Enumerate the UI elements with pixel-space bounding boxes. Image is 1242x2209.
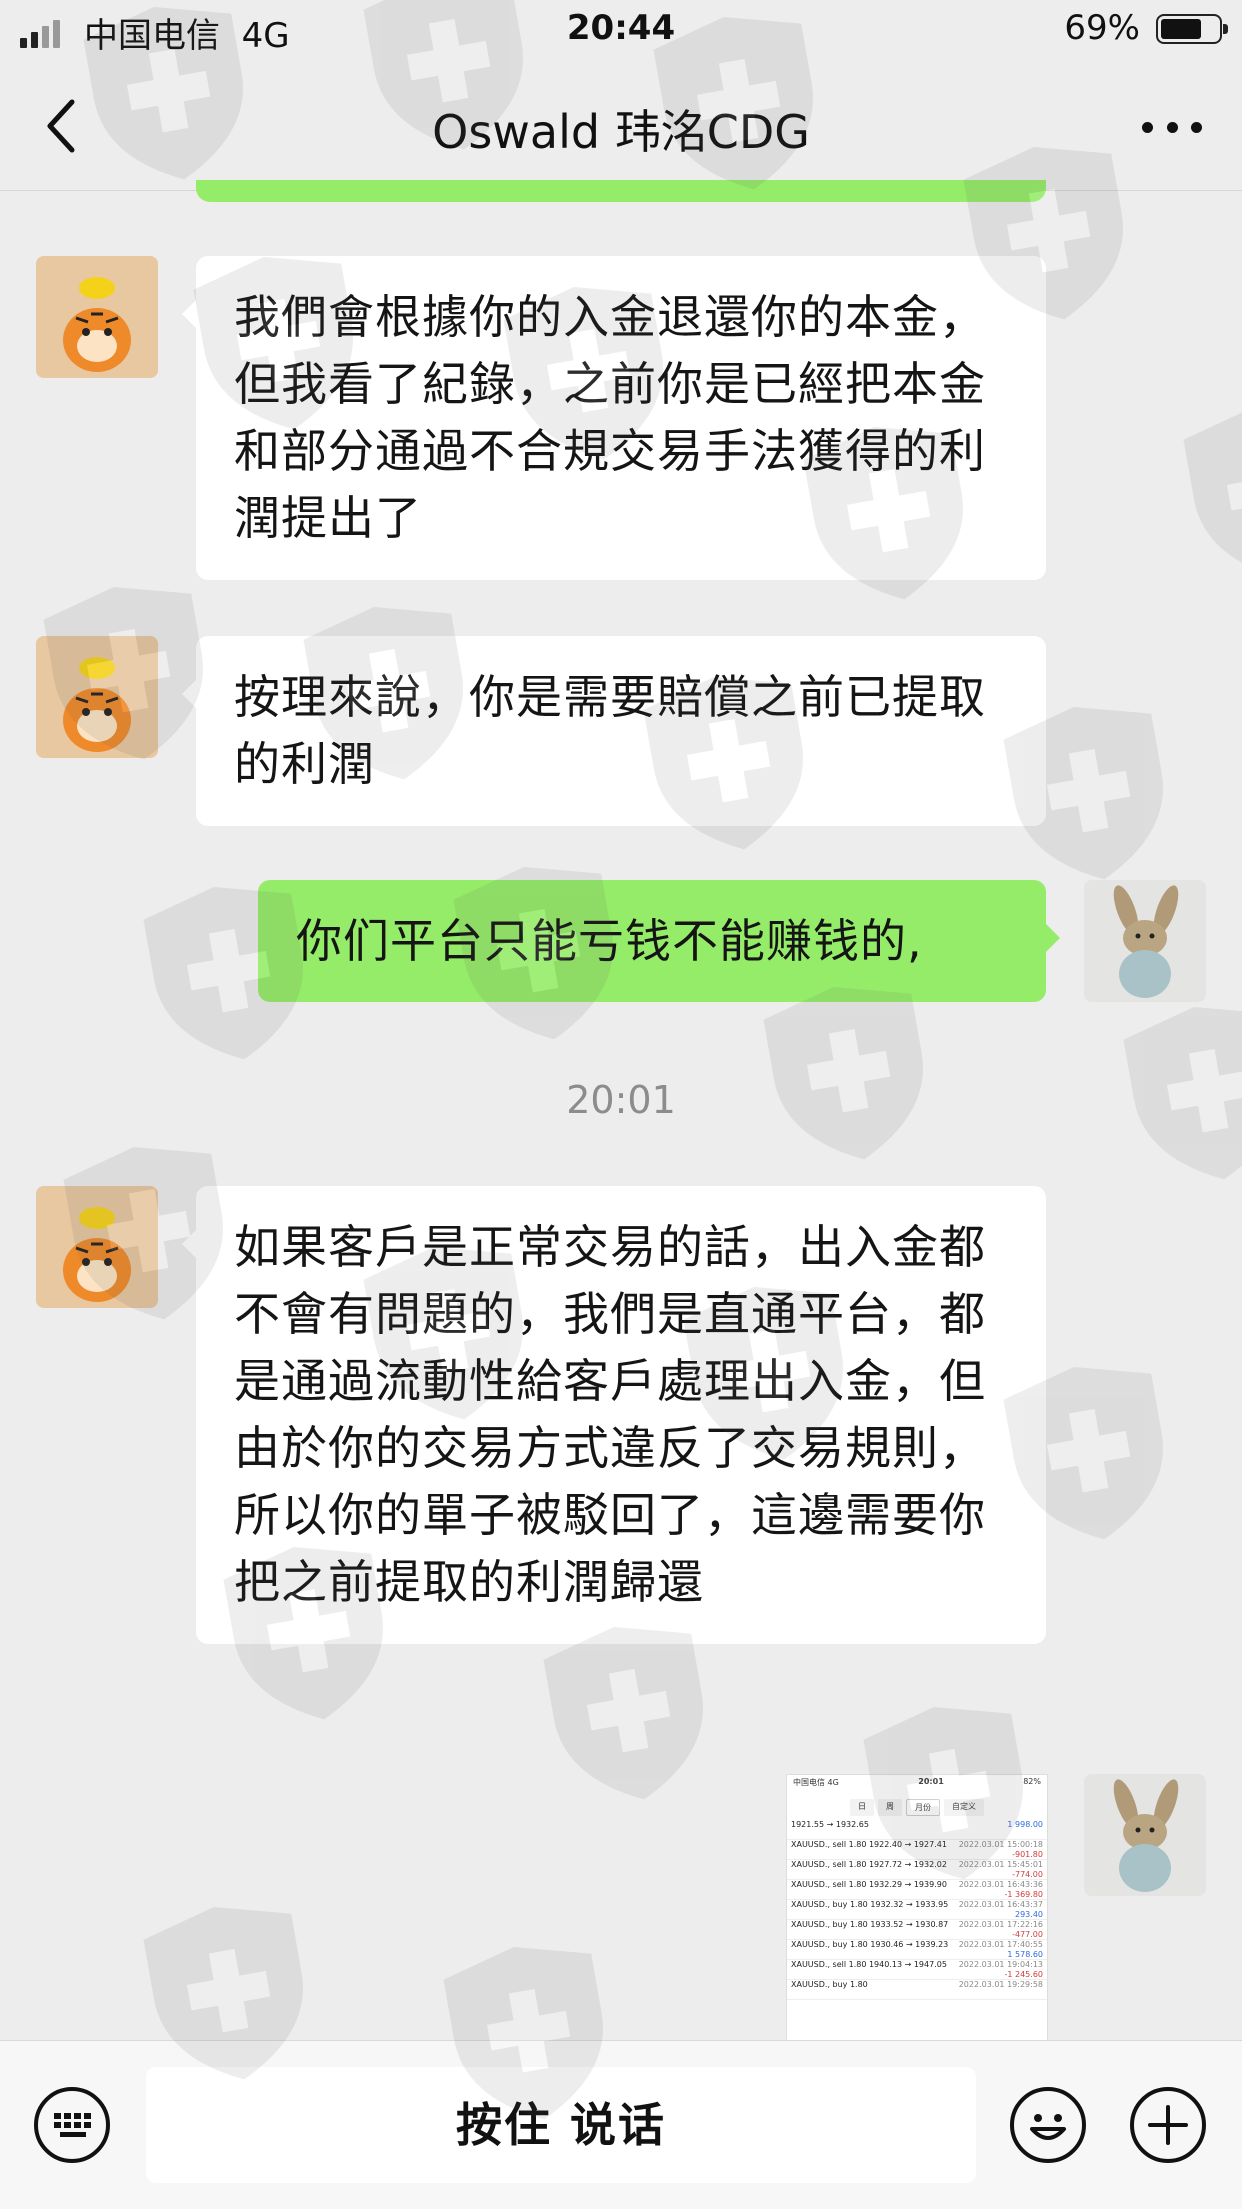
screenshot-status-bar: 中国电信 4G 20:01 82% xyxy=(787,1775,1047,1797)
trade-profit: -1 245.60 xyxy=(1004,1970,1043,1979)
trade-time: 2022.03.01 19:04:13 xyxy=(958,1960,1043,1969)
status-time: 20:44 xyxy=(566,8,676,48)
bunny-avatar-icon xyxy=(1084,880,1206,1002)
trade-profit: 1 578.60 xyxy=(1007,1950,1043,1959)
screenshot-trade-row: XAUUSD., sell 1.80 1927.72 → 1932.02 2022… xyxy=(787,1860,1047,1880)
trade-result: 2022.03.01 19:29:58 xyxy=(959,1980,1043,1999)
previous-message-bubble[interactable] xyxy=(196,180,1046,202)
trade-result: 2022.03.01 19:04:13 -1 245.60 xyxy=(959,1960,1043,1979)
more-button[interactable] xyxy=(1142,112,1202,142)
hold-to-talk-button[interactable]: 按住 说话 xyxy=(146,2067,976,2183)
trade-profit: -774.00 xyxy=(1012,1870,1043,1879)
screenshot-trade-row: XAUUSD., sell 1.80 1940.13 → 1947.05 2022… xyxy=(787,1960,1047,1980)
trade-description: XAUUSD., buy 1.80 xyxy=(791,1980,868,1989)
trade-result: 1 998.00 xyxy=(1007,1820,1043,1839)
trade-time: 2022.03.01 16:43:37 xyxy=(958,1900,1043,1909)
message-bubble-outgoing[interactable]: 你们平台只能亏钱不能赚钱的, xyxy=(258,880,1060,1002)
trade-result: 2022.03.01 17:22:16 -477.00 xyxy=(959,1920,1043,1939)
message-timestamp: 20:01 xyxy=(566,1078,676,1122)
screenshot-tabs: 日 周 月份 自定义 xyxy=(787,1799,1047,1816)
trade-description: XAUUSD., sell 1.80 1940.13 → 1947.05 xyxy=(791,1960,947,1969)
screenshot-trade-list: 1921.55 → 1932.65 1 998.00 XAUUSD., sell 1… xyxy=(787,1820,1047,2000)
trade-description: XAUUSD., sell 1.80 1932.29 → 1939.90 xyxy=(791,1880,947,1889)
message-text: 如果客戶是正常交易的話，出入金都不會有問題的，我們是直通平台，都是通過流動性給客… xyxy=(234,1220,986,1609)
battery-percent: 69% xyxy=(1064,8,1140,48)
message-text: 你们平台只能亏钱不能赚钱的, xyxy=(296,914,923,968)
plus-icon xyxy=(1148,2105,1188,2145)
chat-title: Oswald 玮洺CDG xyxy=(432,105,810,159)
trade-description: XAUUSD., sell 1.80 1927.72 → 1932.02 xyxy=(791,1860,947,1869)
trade-time: 2022.03.01 19:29:58 xyxy=(958,1980,1043,1989)
trade-profit: 293.40 xyxy=(1015,1910,1043,1919)
screenshot-time: 20:01 xyxy=(918,1777,944,1786)
screenshot-trade-row: XAUUSD., buy 1.80 2022.03.01 19:29:58 xyxy=(787,1980,1047,2000)
trade-profit: -477.00 xyxy=(1012,1930,1043,1939)
trade-result: 2022.03.01 15:45:01 -774.00 xyxy=(959,1860,1043,1879)
message-text: 按理來說，你是需要賠償之前已提取的利潤 xyxy=(234,670,986,791)
tiger-avatar-icon xyxy=(36,1186,158,1308)
screenshot-tab: 周 xyxy=(878,1799,902,1816)
message-bubble[interactable]: 我們會根據你的入金退還你的本金，但我看了紀錄，之前你是已經把本金和部分通過不合規… xyxy=(182,256,1046,580)
more-functions-button[interactable] xyxy=(1130,2087,1206,2163)
screenshot-trade-row: XAUUSD., buy 1.80 1930.46 → 1939.23 2022.… xyxy=(787,1940,1047,1960)
trade-time: 2022.03.01 17:22:16 xyxy=(958,1920,1043,1929)
screenshot-carrier: 中国电信 4G xyxy=(793,1778,839,1787)
keyboard-icon xyxy=(54,2113,91,2137)
screenshot-tab: 日 xyxy=(850,1799,874,1816)
trade-description: XAUUSD., sell 1.80 1922.40 → 1927.41 xyxy=(791,1840,947,1849)
trade-profit: -901.80 xyxy=(1012,1850,1043,1859)
contact-avatar[interactable] xyxy=(36,1186,158,1308)
trade-description: XAUUSD., buy 1.80 1933.52 → 1930.87 xyxy=(791,1920,949,1929)
trade-result: 2022.03.01 16:43:36 -1 369.80 xyxy=(959,1880,1043,1899)
trade-time: 2022.03.01 15:45:01 xyxy=(958,1860,1043,1869)
trade-result: 2022.03.01 16:43:37 293.40 xyxy=(959,1900,1043,1919)
trade-time: 2022.03.01 15:00:18 xyxy=(958,1840,1043,1849)
chat-input-bar: 按住 说话 xyxy=(0,2040,1242,2209)
my-avatar[interactable] xyxy=(1084,1774,1206,1896)
trade-profit: 1 998.00 xyxy=(1007,1820,1043,1829)
my-avatar[interactable] xyxy=(1084,880,1206,1002)
battery-icon xyxy=(1156,14,1228,44)
emoji-icon xyxy=(1030,2114,1066,2140)
screenshot-tab-active: 月份 xyxy=(906,1799,940,1816)
screenshot-trade-row: XAUUSD., buy 1.80 1932.32 → 1933.95 2022.… xyxy=(787,1900,1047,1920)
screenshot-tab: 自定义 xyxy=(944,1799,984,1816)
message-bubble[interactable]: 如果客戶是正常交易的話，出入金都不會有問題的，我們是直通平台，都是通過流動性給客… xyxy=(182,1186,1046,1644)
chat-header: Oswald 玮洺CDG xyxy=(0,62,1242,191)
image-message[interactable]: 中国电信 4G 20:01 82% 日 周 月份 自定义 1921.55 → 1… xyxy=(786,1774,1048,2042)
tiger-avatar-icon xyxy=(36,636,158,758)
message-bubble[interactable]: 按理來說，你是需要賠償之前已提取的利潤 xyxy=(182,636,1046,826)
trade-result: 2022.03.01 15:00:18 -901.80 xyxy=(959,1840,1043,1859)
screenshot-trade-row: XAUUSD., sell 1.80 1922.40 → 1927.41 2022… xyxy=(787,1840,1047,1860)
more-dots-icon xyxy=(1142,121,1153,133)
watermark-shield-icon xyxy=(1183,406,1242,580)
tiger-avatar-icon xyxy=(36,256,158,378)
screenshot-trade-row: XAUUSD., sell 1.80 1932.29 → 1939.90 2022… xyxy=(787,1880,1047,1900)
contact-avatar[interactable] xyxy=(36,256,158,378)
screenshot-battery: 82% xyxy=(1023,1777,1041,1786)
status-bar: 中国电信 4G 20:44 69% xyxy=(0,0,1242,62)
screenshot-trade-row: XAUUSD., buy 1.80 1933.52 → 1930.87 2022.… xyxy=(787,1920,1047,1940)
trade-time: 2022.03.01 17:40:55 xyxy=(958,1940,1043,1949)
trade-profit: -1 369.80 xyxy=(1004,1890,1043,1899)
trade-description: XAUUSD., buy 1.80 1932.32 → 1933.95 xyxy=(791,1900,949,1909)
watermark-shield-icon xyxy=(763,986,923,1160)
screenshot-trade-row: 1921.55 → 1932.65 1 998.00 xyxy=(787,1820,1047,1840)
bunny-avatar-icon xyxy=(1084,1774,1206,1896)
trade-description: 1921.55 → 1932.65 xyxy=(791,1820,869,1829)
trade-time: 2022.03.01 16:43:36 xyxy=(958,1880,1043,1889)
contact-avatar[interactable] xyxy=(36,636,158,758)
message-text: 我們會根據你的入金退還你的本金，但我看了紀錄，之前你是已經把本金和部分通過不合規… xyxy=(234,290,986,545)
emoji-button[interactable] xyxy=(1010,2087,1086,2163)
trade-description: XAUUSD., buy 1.80 1930.46 → 1939.23 xyxy=(791,1940,949,1949)
keyboard-toggle-button[interactable] xyxy=(34,2087,110,2163)
trade-result: 2022.03.01 17:40:55 1 578.60 xyxy=(959,1940,1043,1959)
